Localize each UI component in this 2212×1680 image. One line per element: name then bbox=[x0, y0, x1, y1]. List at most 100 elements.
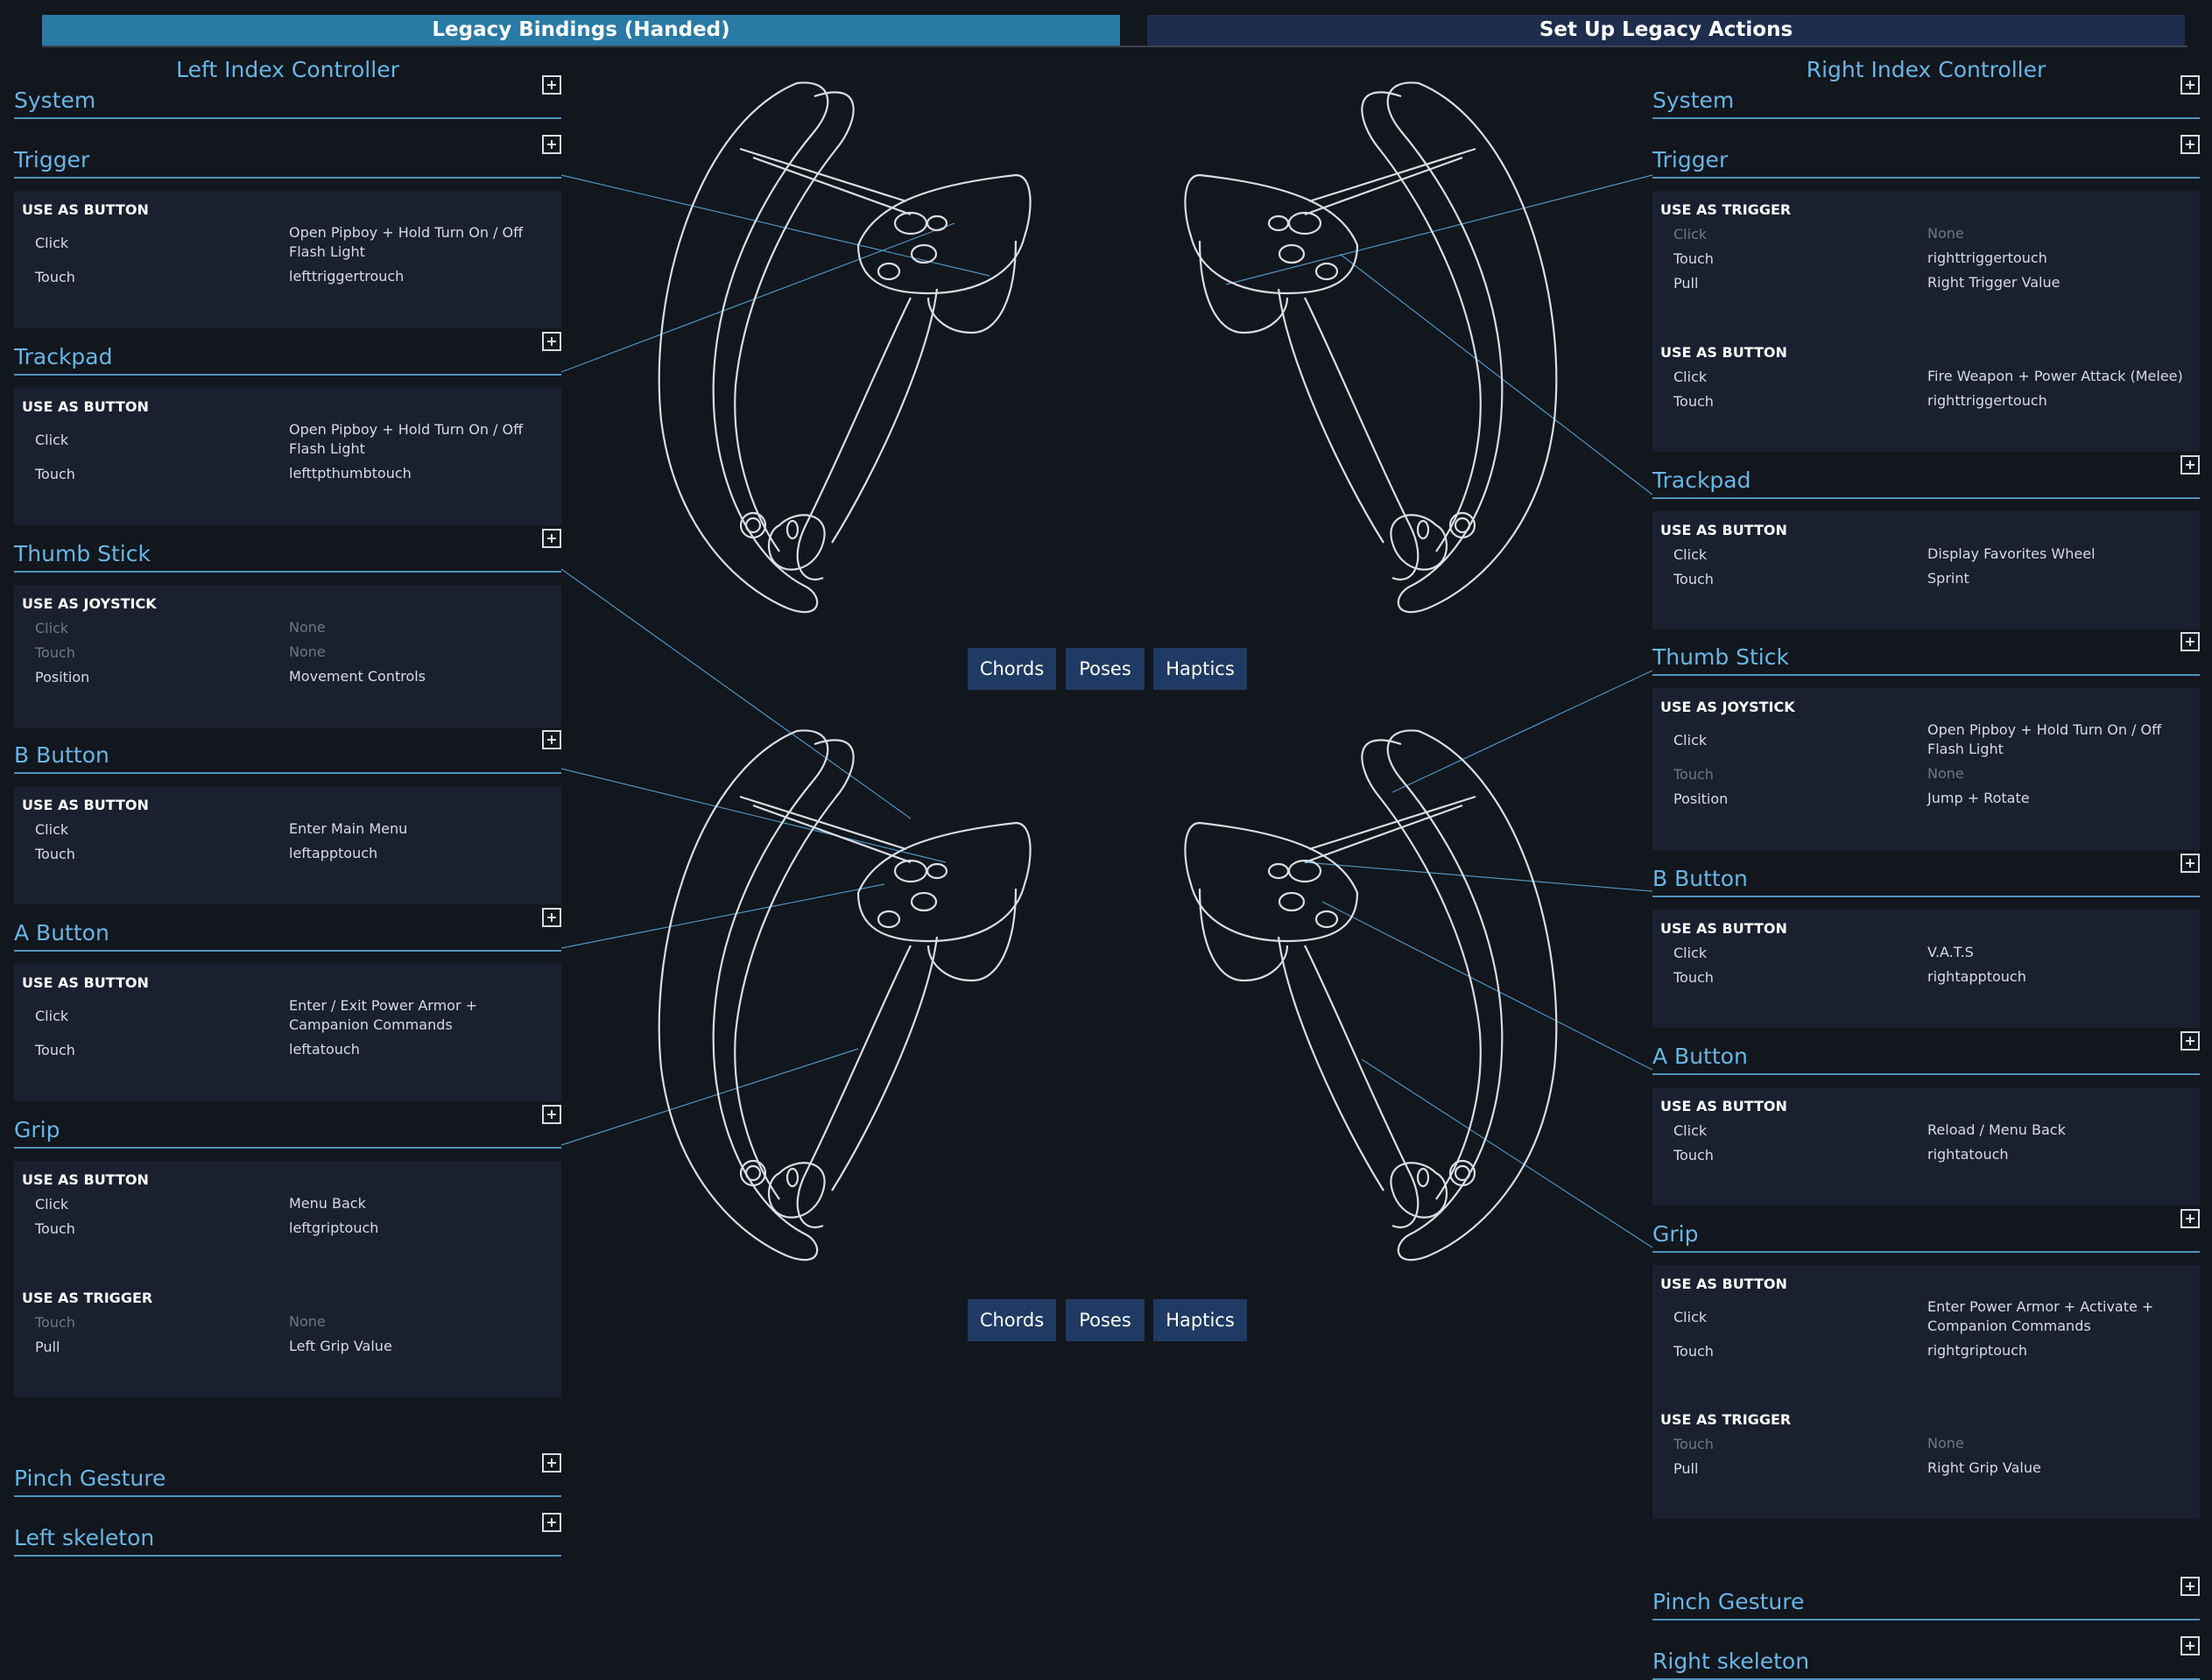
left-skeleton-section[interactable]: Left skeleton bbox=[14, 1513, 561, 1557]
right-a-button-section[interactable]: A Button bbox=[1652, 1031, 2200, 1075]
touch-value[interactable]: leftgriptouch bbox=[289, 1219, 552, 1238]
touch-label[interactable]: Touch bbox=[1673, 1343, 1714, 1360]
touch-value[interactable]: rightapptouch bbox=[1927, 967, 2190, 987]
plus-square-icon[interactable] bbox=[542, 1453, 561, 1473]
click-label[interactable]: Click bbox=[35, 1008, 68, 1024]
touch-label[interactable]: Touch bbox=[35, 1220, 75, 1237]
plus-square-icon[interactable] bbox=[542, 135, 561, 154]
chords-button-lower[interactable]: Chords bbox=[968, 1299, 1056, 1341]
click-value[interactable]: None bbox=[289, 618, 552, 637]
touch-value[interactable]: leftatouch bbox=[289, 1040, 552, 1059]
plus-square-icon[interactable] bbox=[542, 75, 561, 95]
touch-label[interactable]: Touch bbox=[1673, 766, 1714, 783]
plus-square-icon[interactable] bbox=[2180, 1577, 2200, 1596]
touch-label[interactable]: Touch bbox=[1673, 969, 1714, 986]
click-label[interactable]: Click bbox=[1673, 226, 1707, 243]
touch-value[interactable]: lefttriggertrouch bbox=[289, 267, 552, 286]
right-pinch-gesture-section[interactable]: Pinch Gesture bbox=[1652, 1577, 2200, 1620]
touch-value[interactable]: righttriggertouch bbox=[1927, 249, 2190, 268]
touch-value[interactable]: Sprint bbox=[1927, 569, 2190, 588]
click-value[interactable]: Open Pipboy + Hold Turn On / Off Flash L… bbox=[1927, 721, 2190, 759]
chords-button-upper[interactable]: Chords bbox=[968, 648, 1056, 690]
haptics-button-upper[interactable]: Haptics bbox=[1153, 648, 1247, 690]
trigger-touch-label[interactable]: Touch bbox=[1673, 1436, 1714, 1452]
poses-button-upper[interactable]: Poses bbox=[1066, 648, 1145, 690]
left-b-button-section[interactable]: B Button bbox=[14, 730, 561, 774]
plus-square-icon[interactable] bbox=[2180, 1031, 2200, 1051]
click-value[interactable]: V.A.T.S bbox=[1927, 943, 2190, 962]
click-value[interactable]: Display Favorites Wheel bbox=[1927, 545, 2190, 564]
position-label[interactable]: Position bbox=[35, 669, 89, 685]
touch-label[interactable]: Touch bbox=[1673, 571, 1714, 587]
plus-square-icon[interactable] bbox=[2180, 854, 2200, 873]
button-click-value[interactable]: Fire Weapon + Power Attack (Melee) bbox=[1927, 367, 2190, 386]
click-label[interactable]: Click bbox=[1673, 1122, 1707, 1139]
click-value[interactable]: Enter Power Armor + Activate + Companion… bbox=[1927, 1297, 2190, 1336]
touch-value[interactable]: lefttpthumbtouch bbox=[289, 464, 552, 483]
touch-label[interactable]: Touch bbox=[35, 1042, 75, 1058]
plus-square-icon[interactable] bbox=[542, 730, 561, 749]
click-value[interactable]: Enter Main Menu bbox=[289, 819, 552, 839]
position-label[interactable]: Position bbox=[1673, 791, 1728, 807]
left-system-section[interactable]: System bbox=[14, 75, 561, 119]
plus-square-icon[interactable] bbox=[542, 332, 561, 351]
touch-label[interactable]: Touch bbox=[1673, 1147, 1714, 1163]
button-touch-value[interactable]: righttriggertouch bbox=[1927, 391, 2190, 411]
pull-label[interactable]: Pull bbox=[1673, 1460, 1698, 1477]
left-grip-section[interactable]: Grip bbox=[14, 1105, 561, 1149]
plus-square-icon[interactable] bbox=[2180, 455, 2200, 474]
plus-square-icon[interactable] bbox=[542, 908, 561, 927]
touch-label[interactable]: Touch bbox=[1673, 250, 1714, 267]
click-value[interactable]: Menu Back bbox=[289, 1194, 552, 1213]
plus-square-icon[interactable] bbox=[542, 1105, 561, 1124]
plus-square-icon[interactable] bbox=[542, 529, 561, 548]
left-pinch-gesture-section[interactable]: Pinch Gesture bbox=[14, 1453, 561, 1497]
plus-square-icon[interactable] bbox=[542, 1513, 561, 1532]
click-label[interactable]: Click bbox=[35, 620, 68, 636]
click-value[interactable]: Reload / Menu Back bbox=[1927, 1121, 2190, 1140]
touch-value[interactable]: leftapptouch bbox=[289, 844, 552, 863]
left-trackpad-section[interactable]: Trackpad bbox=[14, 332, 561, 376]
pull-value[interactable]: Right Grip Value bbox=[1927, 1459, 2190, 1478]
click-value[interactable]: None bbox=[1927, 224, 2190, 243]
click-label[interactable]: Click bbox=[35, 235, 68, 251]
right-thumbstick-section[interactable]: Thumb Stick bbox=[1652, 632, 2200, 676]
touch-value[interactable]: None bbox=[289, 643, 552, 662]
click-label[interactable]: Click bbox=[1673, 945, 1707, 961]
right-system-section[interactable]: System bbox=[1652, 75, 2200, 119]
click-label[interactable]: Click bbox=[35, 821, 68, 838]
plus-square-icon[interactable] bbox=[2180, 1209, 2200, 1228]
button-touch-label[interactable]: Touch bbox=[1673, 393, 1714, 410]
right-grip-section[interactable]: Grip bbox=[1652, 1209, 2200, 1253]
touch-label[interactable]: Touch bbox=[35, 466, 75, 482]
trigger-touch-label[interactable]: Touch bbox=[35, 1314, 75, 1331]
click-label[interactable]: Click bbox=[1673, 1309, 1707, 1325]
touch-label[interactable]: Touch bbox=[35, 644, 75, 661]
pull-value[interactable]: Right Trigger Value bbox=[1927, 273, 2190, 292]
plus-square-icon[interactable] bbox=[2180, 1636, 2200, 1655]
right-skeleton-section[interactable]: Right skeleton bbox=[1652, 1636, 2200, 1680]
trigger-touch-value[interactable]: None bbox=[1927, 1434, 2190, 1453]
left-a-button-section[interactable]: A Button bbox=[14, 908, 561, 952]
pull-label[interactable]: Pull bbox=[1673, 275, 1698, 292]
haptics-button-lower[interactable]: Haptics bbox=[1153, 1299, 1247, 1341]
plus-square-icon[interactable] bbox=[2180, 75, 2200, 95]
position-value[interactable]: Jump + Rotate bbox=[1927, 789, 2190, 808]
click-label[interactable]: Click bbox=[35, 1196, 68, 1213]
trigger-touch-value[interactable]: None bbox=[289, 1312, 552, 1332]
click-label[interactable]: Click bbox=[1673, 732, 1707, 749]
plus-square-icon[interactable] bbox=[2180, 632, 2200, 651]
pull-value[interactable]: Left Grip Value bbox=[289, 1337, 552, 1356]
right-trackpad-section[interactable]: Trackpad bbox=[1652, 455, 2200, 499]
touch-label[interactable]: Touch bbox=[35, 269, 75, 285]
poses-button-lower[interactable]: Poses bbox=[1066, 1299, 1145, 1341]
right-trigger-section[interactable]: Trigger bbox=[1652, 135, 2200, 179]
left-thumbstick-section[interactable]: Thumb Stick bbox=[14, 529, 561, 573]
right-b-button-section[interactable]: B Button bbox=[1652, 854, 2200, 897]
touch-value[interactable]: rightgriptouch bbox=[1927, 1341, 2190, 1360]
click-value[interactable]: Open Pipboy + Hold Turn On / Off Flash L… bbox=[289, 223, 552, 262]
click-value[interactable]: Enter / Exit Power Armor + Campanion Com… bbox=[289, 996, 552, 1035]
click-label[interactable]: Click bbox=[1673, 546, 1707, 563]
click-value[interactable]: Open Pipboy + Hold Turn On / Off Flash L… bbox=[289, 420, 552, 459]
left-trigger-section[interactable]: Trigger bbox=[14, 135, 561, 179]
